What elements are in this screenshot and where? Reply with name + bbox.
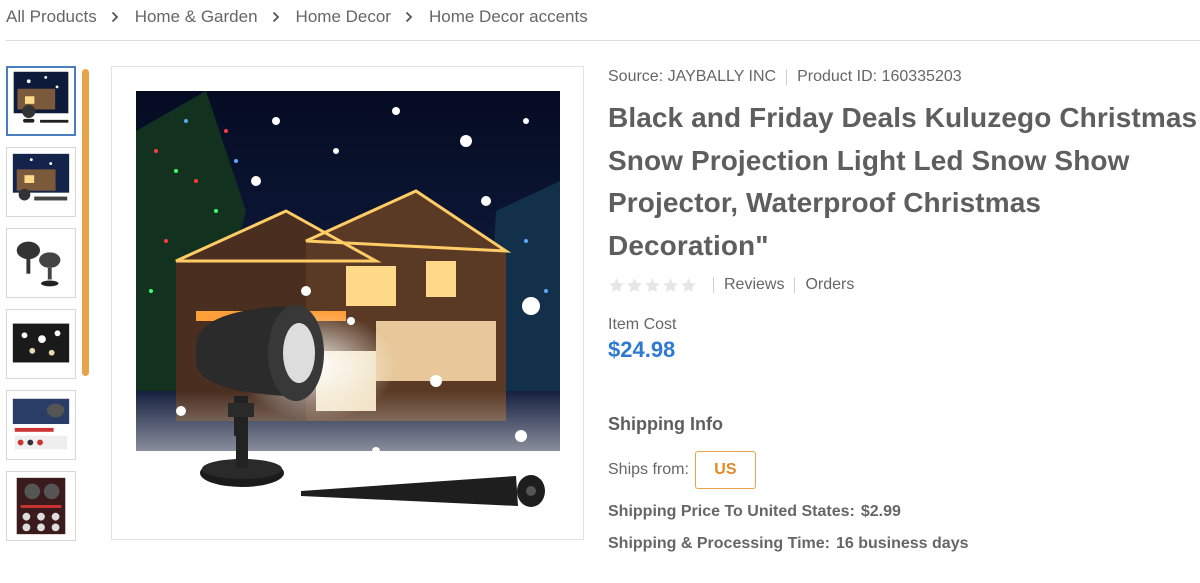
orders-link[interactable]: Orders (805, 276, 854, 294)
thumbnail-3[interactable] (6, 228, 76, 298)
product-main-image[interactable] (136, 91, 560, 515)
breadcrumb-home-decor[interactable]: Home Decor (296, 7, 391, 27)
shipping-price-row: Shipping Price To United States: $2.99 (608, 503, 1200, 521)
star-icon (645, 277, 660, 292)
shipping-time-row: Shipping & Processing Time: 16 business d… (608, 535, 1200, 553)
thumbnail-scrollbar[interactable] (82, 69, 89, 376)
thumbnail-list (6, 66, 78, 552)
shipping-price-value: $2.99 (860, 503, 901, 520)
rating-divider (794, 277, 796, 293)
thumbnail-1[interactable] (6, 66, 76, 136)
product-info: Source: JAYBALLY INC Product ID: 1603352… (608, 66, 1200, 553)
breadcrumb-home-decor-accents[interactable]: Home Decor accents (429, 7, 588, 27)
header-divider (6, 40, 1200, 41)
product-id-label: Product ID: 160335203 (797, 68, 962, 85)
chevron-right-icon (270, 11, 282, 23)
source-label: Source: JAYBALLY INC (608, 68, 777, 85)
reviews-link[interactable]: Reviews (724, 276, 784, 294)
shipping-time-value: 16 business days (835, 535, 969, 552)
thumbnail-4[interactable] (6, 309, 76, 379)
star-icon (663, 277, 678, 292)
product-meta: Source: JAYBALLY INC Product ID: 1603352… (608, 66, 1200, 88)
shipping-price-label: Shipping Price To United States: (608, 503, 855, 520)
star-icon (609, 277, 624, 292)
rating-row: Reviews Orders (608, 274, 1200, 296)
star-icon (681, 277, 696, 292)
ships-from-label: Ships from: (608, 461, 689, 478)
breadcrumb: All Products Home & Garden Home Decor Ho… (6, 5, 588, 29)
product-title: Black and Friday Deals Kuluzego Christma… (608, 102, 1198, 261)
breadcrumb-all-products[interactable]: All Products (6, 7, 97, 27)
item-cost-label: Item Cost (608, 316, 677, 333)
ships-from-row: Ships from: US (608, 451, 1200, 489)
thumbnail-5[interactable] (6, 390, 76, 460)
ships-from-country-button[interactable]: US (694, 451, 756, 489)
item-price: $24.98 (608, 337, 676, 362)
star-icon (627, 277, 642, 292)
thumbnail-2[interactable] (6, 147, 76, 217)
rating-divider (713, 277, 714, 293)
chevron-right-icon (403, 11, 415, 23)
main-image-frame (111, 66, 584, 540)
meta-divider (786, 69, 788, 85)
breadcrumb-home-garden[interactable]: Home & Garden (135, 7, 258, 27)
shipping-time-label: Shipping & Processing Time: (608, 535, 830, 552)
thumbnail-6[interactable] (6, 471, 76, 541)
shipping-info-heading: Shipping Info (608, 414, 723, 434)
chevron-right-icon (109, 11, 121, 23)
rating-stars (608, 277, 697, 294)
